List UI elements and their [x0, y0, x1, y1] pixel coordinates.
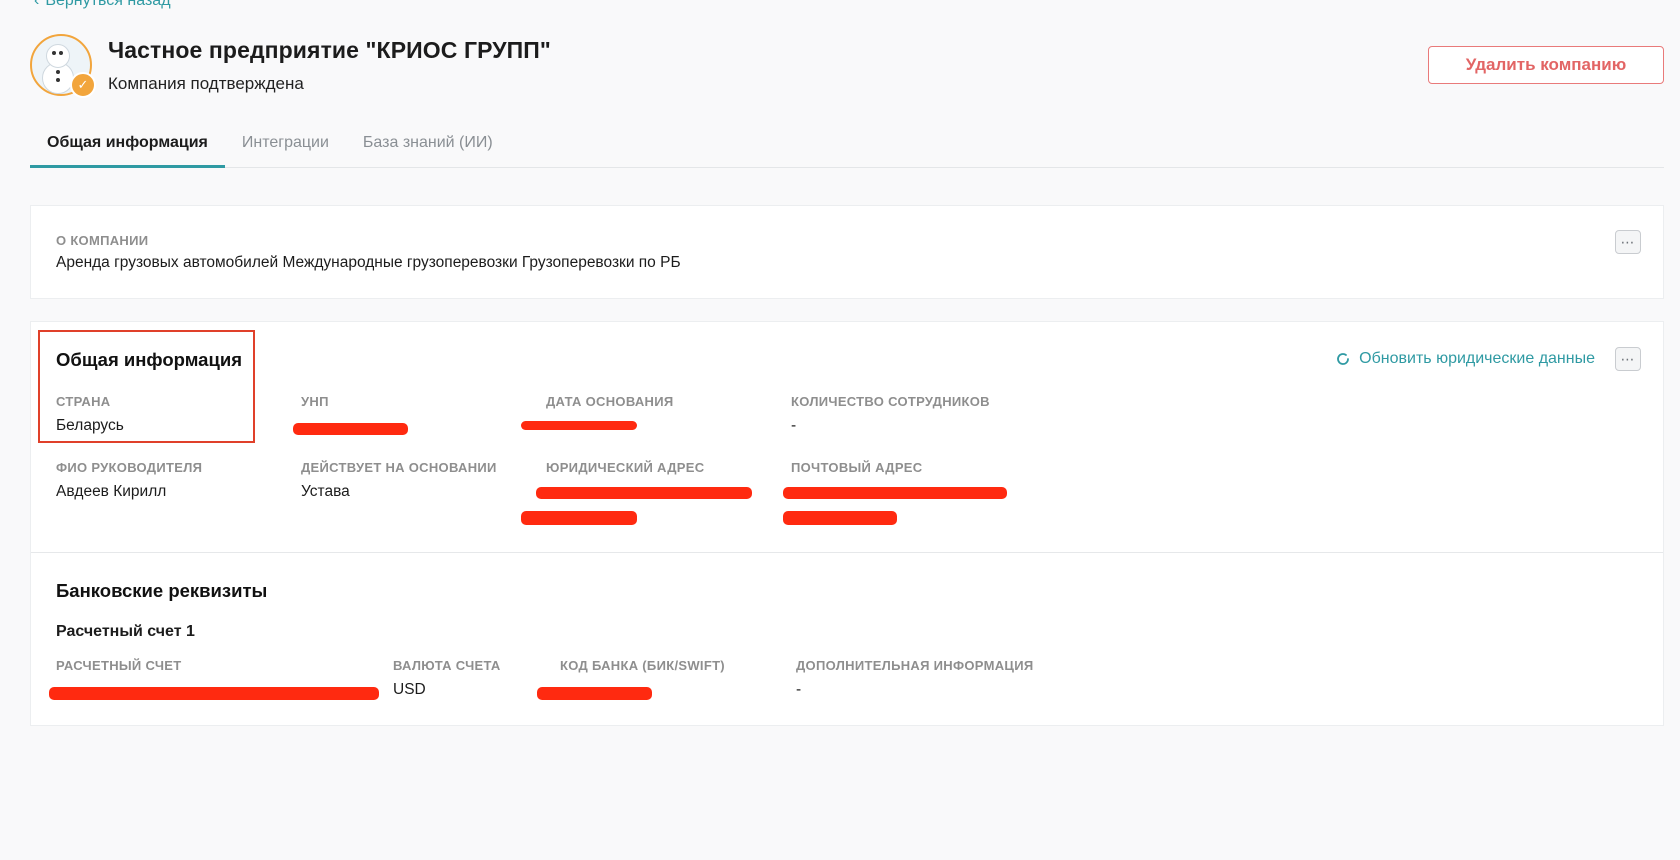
general-info-title: Общая информация [56, 349, 242, 370]
founded-label: ДАТА ОСНОВАНИЯ [546, 394, 674, 409]
currency-field: ВАЛЮТА СЧЕТА USD [393, 658, 501, 699]
chevron-left-icon: ‹ [34, 0, 40, 9]
employees-value: - [791, 417, 797, 434]
director-value: Авдеев Кирилл [56, 483, 167, 500]
basis-field: ДЕЙСТВУЕТ НА ОСНОВАНИИ Устава [301, 460, 497, 501]
director-field: ФИО РУКОВОДИТЕЛЯ Авдеев Кирилл [56, 460, 202, 501]
redaction-mark [537, 687, 652, 700]
delete-company-button[interactable]: Удалить компанию [1428, 46, 1664, 84]
employees-field: КОЛИЧЕСТВО СОТРУДНИКОВ - [791, 394, 990, 435]
currency-label: ВАЛЮТА СЧЕТА [393, 658, 501, 673]
tab-integrations[interactable]: Интеграции [225, 128, 346, 161]
general-info-card: Общая информация Обновить юридические да… [30, 321, 1664, 726]
legal-address-field: ЮРИДИЧЕСКИЙ АДРЕС [546, 460, 704, 483]
extra-info-value: - [796, 681, 802, 698]
more-icon: ⋯ [1620, 350, 1636, 367]
currency-value: USD [393, 681, 426, 698]
refresh-legal-data-button[interactable]: Обновить юридические данные [1335, 350, 1595, 368]
about-card: О КОМПАНИИ Аренда грузовых автомобилей М… [30, 205, 1664, 299]
basis-label: ДЕЙСТВУЕТ НА ОСНОВАНИИ [301, 460, 497, 475]
back-link[interactable]: ‹ Вернуться назад [34, 0, 171, 10]
founded-field: ДАТА ОСНОВАНИЯ [546, 394, 674, 417]
refresh-icon [1337, 353, 1350, 365]
company-name: Частное предприятие "КРИОС ГРУПП" [108, 36, 551, 63]
company-header: ✓ Частное предприятие "КРИОС ГРУПП" Комп… [30, 34, 551, 98]
basis-value: Устава [301, 483, 350, 500]
about-label: О КОМПАНИИ [56, 233, 149, 248]
company-status: Компания подтверждена [108, 73, 304, 93]
about-more-button[interactable]: ⋯ [1615, 230, 1641, 254]
section-divider [31, 552, 1663, 553]
account-label: РАСЧЕТНЫЙ СЧЕТ [56, 658, 182, 673]
director-label: ФИО РУКОВОДИТЕЛЯ [56, 460, 203, 475]
employees-label: КОЛИЧЕСТВО СОТРУДНИКОВ [791, 394, 990, 409]
general-more-button[interactable]: ⋯ [1615, 347, 1641, 371]
tab-knowledge-base[interactable]: База знаний (ИИ) [346, 128, 510, 161]
unp-label: УНП [301, 394, 329, 409]
redaction-mark [783, 487, 1007, 499]
legal-address-label: ЮРИДИЧЕСКИЙ АДРЕС [546, 460, 705, 475]
redaction-mark [783, 511, 897, 525]
about-text: Аренда грузовых автомобилей Международны… [56, 254, 681, 271]
country-label: СТРАНА [56, 394, 111, 409]
bank-account-title: Расчетный счет 1 [56, 623, 195, 640]
more-icon: ⋯ [1620, 233, 1636, 250]
country-field: СТРАНА Беларусь [56, 394, 124, 435]
refresh-label: Обновить юридические данные [1359, 350, 1595, 367]
postal-address-label: ПОЧТОВЫЙ АДРЕС [791, 460, 923, 475]
company-avatar: ✓ [30, 34, 96, 98]
redaction-mark [293, 423, 408, 435]
tab-general-info[interactable]: Общая информация [30, 128, 225, 168]
redaction-mark [536, 487, 752, 499]
redaction-mark [49, 687, 379, 700]
verified-badge-icon: ✓ [70, 72, 96, 98]
bank-code-label: КОД БАНКА (БИК/SWIFT) [560, 658, 725, 673]
account-field: РАСЧЕТНЫЙ СЧЕТ [56, 658, 182, 681]
postal-address-field: ПОЧТОВЫЙ АДРЕС [791, 460, 922, 483]
extra-info-field: ДОПОЛНИТЕЛЬНАЯ ИНФОРМАЦИЯ - [796, 658, 1034, 699]
redaction-mark [521, 511, 637, 525]
country-value: Беларусь [56, 417, 124, 434]
tab-bar: Общая информация Интеграции База знаний … [30, 128, 1664, 168]
bank-code-field: КОД БАНКА (БИК/SWIFT) [560, 658, 725, 681]
unp-field: УНП [301, 394, 329, 417]
bank-details-title: Банковские реквизиты [56, 580, 268, 601]
extra-info-label: ДОПОЛНИТЕЛЬНАЯ ИНФОРМАЦИЯ [796, 658, 1034, 673]
back-link-label: Вернуться назад [45, 0, 171, 9]
redaction-mark [521, 421, 637, 430]
